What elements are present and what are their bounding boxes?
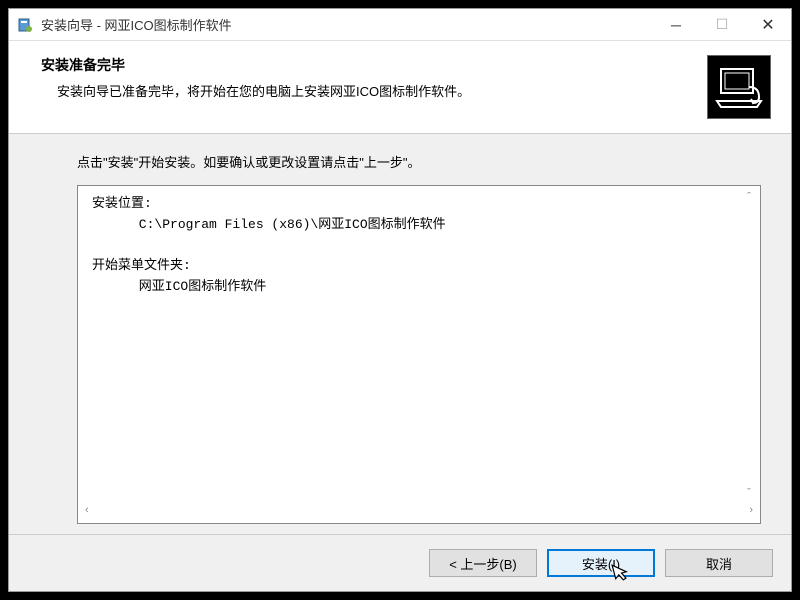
- instruction-text: 点击"安装"开始安装。如要确认或更改设置请点击"上一步"。: [77, 152, 761, 171]
- wizard-header: 安装准备完毕 安装向导已准备完毕，将开始在您的电脑上安装网亚ICO图标制作软件。: [9, 41, 791, 134]
- wizard-footer: < 上一步(B) 安装(I) 取消: [9, 534, 791, 591]
- window-title: 安装向导 - 网亚ICO图标制作软件: [41, 15, 653, 34]
- install-location-value: C:\Program Files (x86)\网亚ICO图标制作软件: [92, 215, 738, 236]
- install-button[interactable]: 安装(I): [547, 549, 655, 577]
- installer-icon: [17, 17, 33, 33]
- header-title: 安装准备完毕: [41, 55, 695, 75]
- computer-install-icon: [707, 55, 771, 119]
- minimize-button[interactable]: ─: [653, 9, 699, 41]
- horizontal-scrollbar[interactable]: ‹ ›: [81, 504, 757, 520]
- install-location-label: 安装位置:: [92, 194, 738, 215]
- summary-textbox[interactable]: 安装位置: C:\Program Files (x86)\网亚ICO图标制作软件…: [77, 185, 761, 524]
- titlebar: 安装向导 - 网亚ICO图标制作软件 ─ ☐ ✕: [9, 9, 791, 41]
- wizard-content: 点击"安装"开始安装。如要确认或更改设置请点击"上一步"。 安装位置: C:\P…: [9, 134, 791, 534]
- start-menu-label: 开始菜单文件夹:: [92, 256, 738, 277]
- scroll-down-icon[interactable]: ˇ: [741, 485, 757, 501]
- close-button[interactable]: ✕: [745, 9, 791, 41]
- header-text: 安装准备完毕 安装向导已准备完毕，将开始在您的电脑上安装网亚ICO图标制作软件。: [41, 55, 695, 100]
- window-controls: ─ ☐ ✕: [653, 9, 791, 41]
- scroll-right-icon[interactable]: ›: [745, 504, 757, 520]
- start-menu-value: 网亚ICO图标制作软件: [92, 277, 738, 298]
- maximize-button: ☐: [699, 9, 745, 41]
- scroll-up-icon[interactable]: ˆ: [741, 189, 757, 205]
- cancel-button[interactable]: 取消: [665, 549, 773, 577]
- back-button[interactable]: < 上一步(B): [429, 549, 537, 577]
- scroll-left-icon[interactable]: ‹: [81, 504, 93, 520]
- installer-window: 安装向导 - 网亚ICO图标制作软件 ─ ☐ ✕ 安装准备完毕 安装向导已准备完…: [8, 8, 792, 592]
- header-subtitle: 安装向导已准备完毕，将开始在您的电脑上安装网亚ICO图标制作软件。: [57, 81, 695, 100]
